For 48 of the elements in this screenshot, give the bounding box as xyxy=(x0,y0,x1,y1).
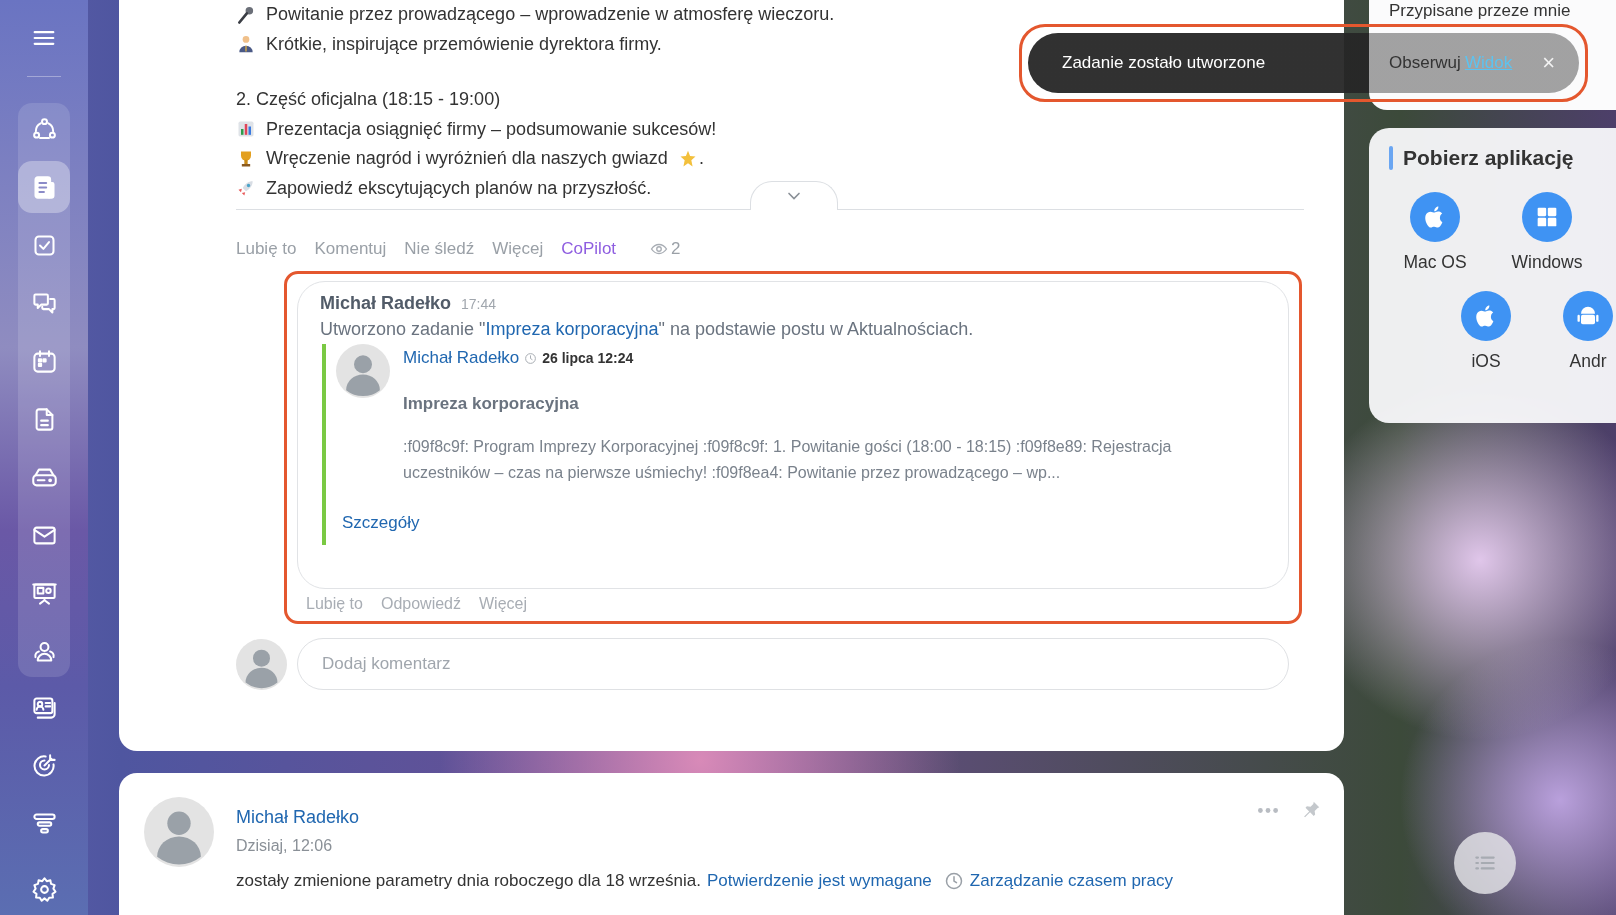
app-download-link[interactable]: Mac OS xyxy=(1403,252,1467,273)
task-link[interactable]: Impreza korporacyjna xyxy=(485,319,659,339)
post-text: zostały zmienione parametry dnia roboczego dla 18 września. Potwierdzenie jest wymagane Zarządzanie czasem pracy xyxy=(236,871,1174,891)
quoted-title: Impreza korporacyjna xyxy=(403,394,580,414)
view-count: 2 xyxy=(671,239,681,259)
post-text-line: Prezentacja osiągnięć firmy – podsumowanie sukcesów! xyxy=(266,118,717,140)
author-link[interactable]: Michał Radełko xyxy=(236,807,360,827)
toast-message: Zadanie zostało utworzone xyxy=(1062,53,1266,73)
post-text-line: Wręczenie nagród i wyróżnień dla naszych gwiazd xyxy=(266,148,668,170)
microphone-icon xyxy=(236,4,256,25)
sidebar-item[interactable] xyxy=(18,161,70,213)
more-dots-icon xyxy=(1258,807,1278,813)
confirmation-link[interactable]: Potwierdzenie jest wymagane xyxy=(706,871,932,891)
copilot-link[interactable]: CoPilot xyxy=(561,239,617,259)
bar-chart-icon xyxy=(236,119,256,140)
post-text-line: Powitanie przez prowadzącego – wprowadzenie w atmosferę wieczoru. xyxy=(266,4,835,26)
quoted-text: :f09f8c9f: Program Imprezy Korporacyjnej :f09f8c9f: 1. Powitanie gości (18:00 - 18:15) :f09f8e89: Rejestracja uczestników – czas na pierwsze uśmiechy! :f09f8ea4: Powitanie przez prowadzącego – wp... xyxy=(403,437,1173,483)
post-date: Dzisiaj, 12:06 xyxy=(236,837,334,855)
post-date: 26 lipca 12:24 xyxy=(542,350,634,366)
post-text-line: Krótkie, inspirujące przemówienie dyrektora firmy. xyxy=(266,33,662,55)
apps-title: Pobierz aplikację xyxy=(1403,146,1574,170)
target-icon xyxy=(30,751,58,779)
comment-input-field[interactable]: Dodaj komentarz xyxy=(297,638,1289,690)
comment-author: Michał Radełko xyxy=(320,293,452,314)
app-download-link[interactable]: iOS xyxy=(1471,351,1501,372)
post-text-line: 2. Część oficjalna (18:15 - 19:00) xyxy=(236,89,501,111)
app-link[interactable]: Zarządzanie czasem pracy xyxy=(969,871,1173,891)
app-download-link[interactable]: Andr xyxy=(1569,351,1607,372)
avatar xyxy=(144,797,214,867)
android-download-button[interactable] xyxy=(1563,291,1613,341)
comment-text: Utworzono zadanie "Impreza korporacyjna" na podstawie postu w Aktualnościach. xyxy=(320,319,975,340)
post-text-punctuation: . xyxy=(698,148,704,170)
filter-link[interactable]: Przypisane przeze mnie xyxy=(1389,1,1571,21)
apple-download-button[interactable] xyxy=(1461,291,1511,341)
comment-time: 17:44 xyxy=(461,296,497,312)
post-text-line: Zapowiedź ekscytujących planów na przyszłość. xyxy=(266,177,652,199)
author-link[interactable]: Michał Radełko xyxy=(403,348,520,368)
app-download-link[interactable]: Windows xyxy=(1511,252,1583,273)
filter-link[interactable]: Obserwuj xyxy=(1389,53,1461,73)
title-accent xyxy=(1389,146,1393,170)
avatar xyxy=(236,638,287,690)
clock-icon xyxy=(524,351,538,365)
apple-download-button[interactable] xyxy=(1410,192,1460,242)
avatar xyxy=(336,344,390,398)
windows-download-button[interactable] xyxy=(1522,192,1572,242)
clock-icon xyxy=(943,871,964,891)
settings-icon xyxy=(30,875,58,903)
details-link[interactable]: Szczegóły xyxy=(342,513,420,533)
